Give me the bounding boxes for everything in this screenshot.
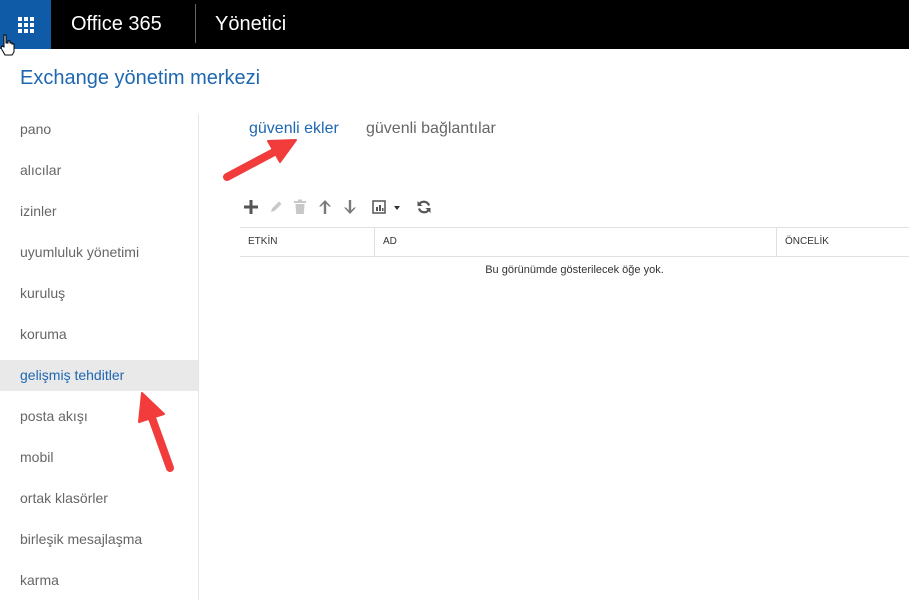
hand-cursor-icon — [0, 34, 15, 56]
more-options-icon — [372, 200, 400, 214]
refresh-button[interactable] — [415, 197, 433, 217]
sidebar-item-karma[interactable]: karma — [0, 565, 198, 596]
sidebar-item-pano[interactable]: pano — [0, 114, 198, 145]
column-separator — [374, 228, 375, 256]
table-header: ETKİN AD ÖNCELİK — [240, 227, 909, 257]
column-header-ad[interactable]: AD — [383, 228, 397, 256]
column-header-etkin[interactable]: ETKİN — [248, 228, 277, 256]
more-options-button[interactable] — [370, 197, 404, 217]
sidebar-item-birlesik-mesajlasma[interactable]: birleşik mesajlaşma — [0, 524, 198, 555]
brand-title[interactable]: Office 365 — [71, 12, 162, 36]
annotation-arrow-icon — [138, 392, 174, 472]
sidebar-item-uyumluluk-yonetimi[interactable]: uyumluluk yönetimi — [0, 237, 198, 268]
sidebar-nav: pano alıcılar izinler uyumluluk yönetimi… — [0, 110, 198, 600]
sidebar-item-koruma[interactable]: koruma — [0, 319, 198, 350]
sidebar-item-ortak-klasorler[interactable]: ortak klasörler — [0, 483, 198, 514]
move-down-button[interactable] — [342, 197, 358, 217]
waffle-icon — [17, 16, 34, 33]
column-header-oncelik[interactable]: ÖNCELİK — [785, 228, 829, 256]
delete-icon — [294, 199, 306, 214]
sidebar-divider — [198, 114, 199, 600]
sidebar-item-kurulus[interactable]: kuruluş — [0, 278, 198, 309]
page-title: Exchange yönetim merkezi — [20, 67, 261, 89]
delete-button[interactable] — [292, 197, 308, 217]
sidebar-item-gelismis-tehditler[interactable]: gelişmiş tehditler — [0, 360, 198, 391]
add-icon — [244, 200, 258, 214]
edit-button[interactable] — [267, 197, 285, 217]
move-up-icon — [319, 200, 331, 214]
move-down-icon — [344, 200, 356, 214]
sidebar-item-alicilar[interactable]: alıcılar — [0, 155, 198, 186]
sidebar-item-izinler[interactable]: izinler — [0, 196, 198, 227]
top-bar: Office 365 Yönetici — [0, 0, 909, 49]
topbar-divider — [195, 4, 196, 43]
app-title: Yönetici — [215, 13, 287, 35]
edit-icon — [271, 201, 282, 212]
annotation-arrow-icon — [223, 139, 297, 181]
add-button[interactable] — [242, 197, 260, 217]
refresh-icon — [417, 200, 431, 214]
move-up-button[interactable] — [317, 197, 333, 217]
empty-table-message: Bu görünümde gösterilecek öğe yok. — [485, 264, 664, 276]
tab-guvenli-baglantilar[interactable]: güvenli bağlantılar — [366, 118, 496, 140]
column-separator — [776, 228, 777, 256]
